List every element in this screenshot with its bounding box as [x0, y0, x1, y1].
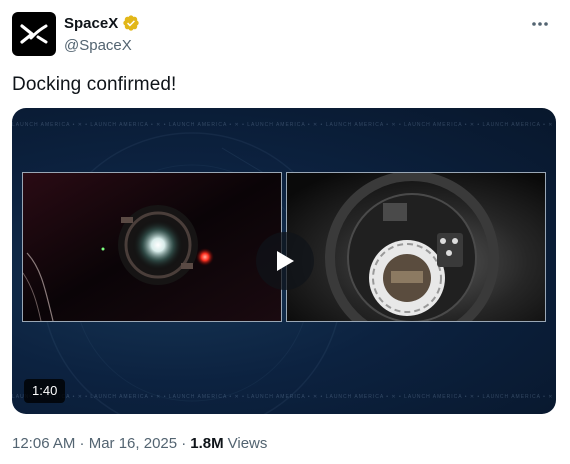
more-options-button[interactable] [528, 12, 552, 36]
more-horizontal-icon [532, 22, 548, 26]
tweet-card: SpaceX @SpaceX Docking confirmed! LAUNCH… [0, 0, 570, 464]
views-label: Views [227, 435, 268, 452]
play-button[interactable] [256, 232, 314, 290]
author-name[interactable]: SpaceX [64, 15, 118, 32]
avatar[interactable] [12, 12, 56, 56]
dragon-approach-image [23, 173, 281, 321]
video-frame-right [286, 172, 546, 322]
video-duration: 1:40 [24, 379, 66, 403]
video-frame-left [22, 172, 282, 322]
author-handle[interactable]: @SpaceX [64, 37, 132, 54]
timestamp[interactable]: 12:06 AM · Mar 16, 2025 · [12, 435, 186, 452]
tweet-text: Docking confirmed! [12, 74, 177, 95]
verified-badge-icon [123, 15, 139, 31]
views-count: 1.8M [190, 435, 224, 452]
tweet-meta: 12:06 AM · Mar 16, 2025 · 1.8M Views [12, 435, 267, 452]
play-icon [277, 251, 294, 271]
spacex-logo-icon [20, 24, 48, 44]
author-name-row[interactable]: SpaceX [64, 14, 140, 32]
video-player[interactable]: LAUNCH AMERICA • ✕ • LAUNCH AMERICA • ✕ … [12, 108, 556, 414]
docking-port-image [287, 173, 545, 321]
